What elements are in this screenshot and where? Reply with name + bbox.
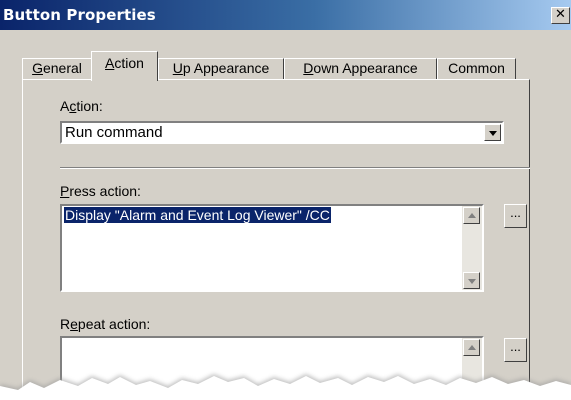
title-bar[interactable]: Button Properties ✕ xyxy=(0,0,571,30)
press-action-browse-button[interactable]: ... xyxy=(504,204,527,228)
dialog-body: General Action Up Appearance Down Appear… xyxy=(0,30,571,400)
tab-down-appearance[interactable]: Down Appearance xyxy=(284,58,437,79)
tab-up-appearance[interactable]: Up Appearance xyxy=(158,58,284,79)
tab-general[interactable]: General xyxy=(22,58,92,79)
action-combobox[interactable]: Run command xyxy=(60,121,504,144)
arrow-up-icon xyxy=(468,345,476,350)
tab-general-label: General xyxy=(32,60,82,76)
tab-common-label: Common xyxy=(448,60,505,76)
close-button[interactable]: ✕ xyxy=(551,7,570,24)
chevron-down-icon xyxy=(489,131,497,136)
tab-action[interactable]: Action xyxy=(91,51,158,81)
tab-down-appearance-label: Down Appearance xyxy=(303,60,418,76)
tab-common[interactable]: Common xyxy=(437,58,516,79)
scroll-down-button[interactable] xyxy=(463,272,480,289)
button-properties-window: Button Properties ✕ General Action Up Ap… xyxy=(0,0,571,400)
press-action-textarea[interactable]: Display "Alarm and Event Log Viewer" /CC xyxy=(60,204,484,292)
window-title: Button Properties xyxy=(3,6,156,24)
tab-strip: General Action Up Appearance Down Appear… xyxy=(22,51,542,81)
action-dropdown-button[interactable] xyxy=(484,124,501,141)
separator-line xyxy=(60,167,530,169)
press-action-scrollbar[interactable] xyxy=(462,206,482,290)
tab-up-appearance-label: Up Appearance xyxy=(172,60,270,76)
scroll-up-button[interactable] xyxy=(463,339,480,356)
arrow-up-icon xyxy=(468,213,476,218)
tab-action-label: Action xyxy=(105,55,144,71)
press-action-text: Display "Alarm and Event Log Viewer" /CC xyxy=(64,207,331,223)
repeat-action-label: Repeat action: xyxy=(60,316,151,332)
torn-edge xyxy=(0,374,571,400)
close-icon: ✕ xyxy=(555,7,566,22)
scroll-up-button[interactable] xyxy=(463,207,480,224)
action-label: Action: xyxy=(60,98,103,114)
arrow-down-icon xyxy=(468,279,476,284)
repeat-action-browse-button[interactable]: ... xyxy=(504,338,527,362)
action-selected-value: Run command xyxy=(65,124,163,141)
press-action-label: Press action: xyxy=(60,183,141,199)
